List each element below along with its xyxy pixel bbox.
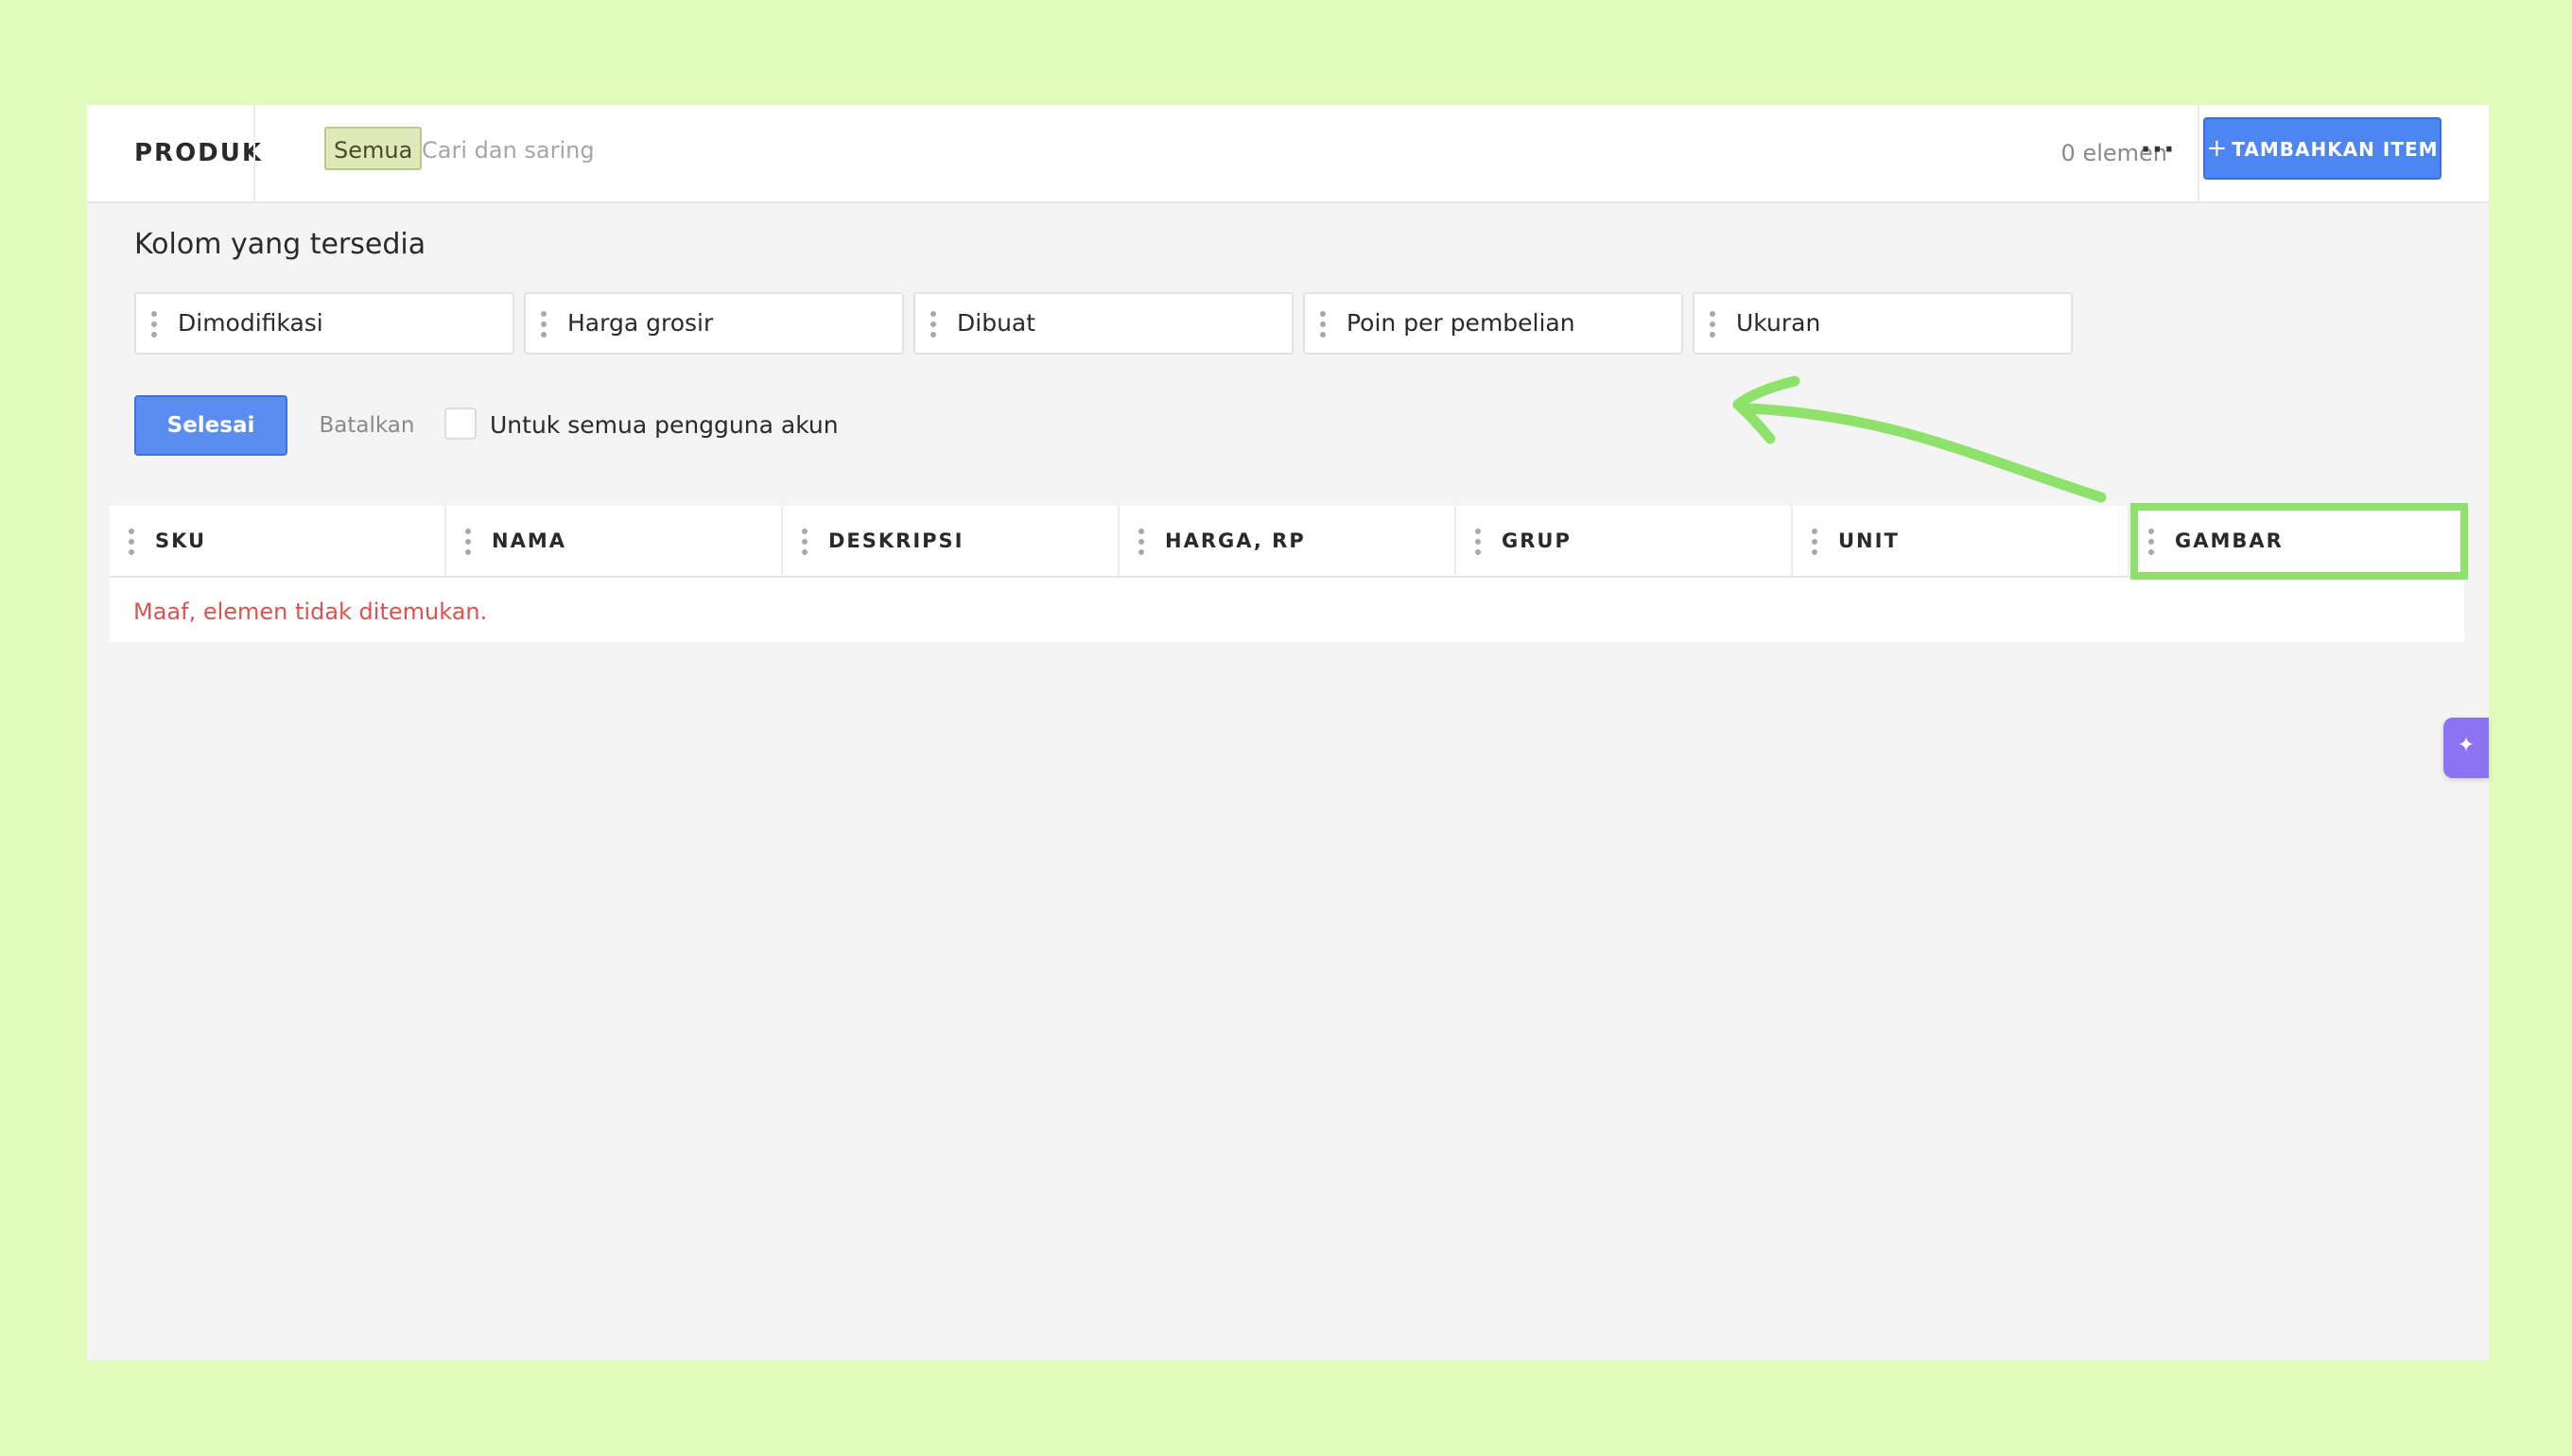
drag-handle-icon[interactable] — [1138, 529, 1144, 560]
all-users-checkbox[interactable] — [444, 407, 477, 440]
column-header-harga[interactable]: HARGA, RP — [1120, 506, 1456, 576]
more-options-button[interactable]: ··· — [2120, 133, 2196, 173]
available-column-label: Harga grosir — [567, 309, 714, 337]
available-column-poin-per-pembelian[interactable]: Poin per pembelian — [1303, 292, 1683, 355]
filter-chip-all[interactable]: Semua — [324, 127, 423, 170]
drag-handle-icon[interactable] — [151, 311, 157, 339]
column-header-label: HARGA, RP — [1165, 529, 1306, 552]
column-header-label: UNIT — [1838, 529, 1900, 552]
column-header-nama[interactable]: NAMA — [446, 506, 783, 576]
add-item-button[interactable]: + TAMBAHKAN ITEM — [2203, 117, 2442, 180]
drag-handle-icon[interactable] — [930, 311, 936, 339]
column-header-deskripsi[interactable]: DESKRIPSI — [783, 506, 1120, 576]
search-input[interactable] — [420, 128, 1558, 173]
all-users-label: Untuk semua pengguna akun — [490, 411, 839, 439]
empty-state-message: Maaf, elemen tidak ditemukan. — [133, 598, 488, 625]
app-window: PRODUK Semua 0 elemen ··· +TAMBAHKAN ITE… — [87, 105, 2489, 1361]
drag-handle-icon[interactable] — [1812, 529, 1817, 560]
drag-handle-icon[interactable] — [465, 529, 471, 560]
drag-handle-icon[interactable] — [1475, 529, 1481, 560]
page-title: PRODUK — [134, 139, 264, 167]
more-horizontal-icon: ··· — [2140, 133, 2176, 166]
header-bar: PRODUK Semua 0 elemen ··· +TAMBAHKAN ITE… — [87, 105, 2489, 203]
done-button[interactable]: Selesai — [134, 395, 287, 456]
gambar-column-highlight — [2130, 503, 2468, 580]
assistant-button[interactable]: ✦ — [2443, 718, 2489, 778]
drag-handle-icon[interactable] — [1710, 311, 1715, 339]
available-column-dimodifikasi[interactable]: Dimodifikasi — [134, 292, 514, 355]
header-divider — [2198, 105, 2199, 201]
available-column-label: Poin per pembelian — [1347, 309, 1575, 337]
plus-icon: + — [2206, 134, 2229, 163]
available-column-dibuat[interactable]: Dibuat — [913, 292, 1294, 355]
column-header-sku[interactable]: SKU — [110, 506, 446, 576]
column-header-label: GRUP — [1502, 529, 1572, 552]
available-column-label: Dibuat — [957, 309, 1036, 337]
available-columns-title: Kolom yang tersedia — [134, 228, 426, 261]
available-column-label: Dimodifikasi — [178, 309, 323, 337]
column-header-unit[interactable]: UNIT — [1793, 506, 2129, 576]
add-item-label: TAMBAHKAN ITEM — [2232, 138, 2439, 161]
column-header-label: DESKRIPSI — [828, 529, 964, 552]
drag-handle-icon[interactable] — [1320, 311, 1326, 339]
drag-handle-icon[interactable] — [802, 529, 808, 560]
available-column-harga-grosir[interactable]: Harga grosir — [524, 292, 904, 355]
cancel-button[interactable]: Batalkan — [310, 395, 424, 456]
sparkle-icon: ✦ — [2457, 734, 2476, 757]
column-header-label: NAMA — [492, 529, 566, 552]
available-column-label: Ukuran — [1736, 309, 1821, 337]
header-divider — [253, 105, 255, 201]
drag-handle-icon[interactable] — [129, 529, 134, 560]
drag-handle-icon[interactable] — [541, 311, 547, 339]
column-header-grup[interactable]: GRUP — [1456, 506, 1793, 576]
column-header-label: SKU — [155, 529, 207, 552]
products-table: SKU NAMA DESKRIPSI HARGA, RP GRUP UNIT G… — [110, 506, 2464, 642]
table-header: SKU NAMA DESKRIPSI HARGA, RP GRUP UNIT G… — [110, 506, 2464, 578]
available-column-ukuran[interactable]: Ukuran — [1693, 292, 2073, 355]
